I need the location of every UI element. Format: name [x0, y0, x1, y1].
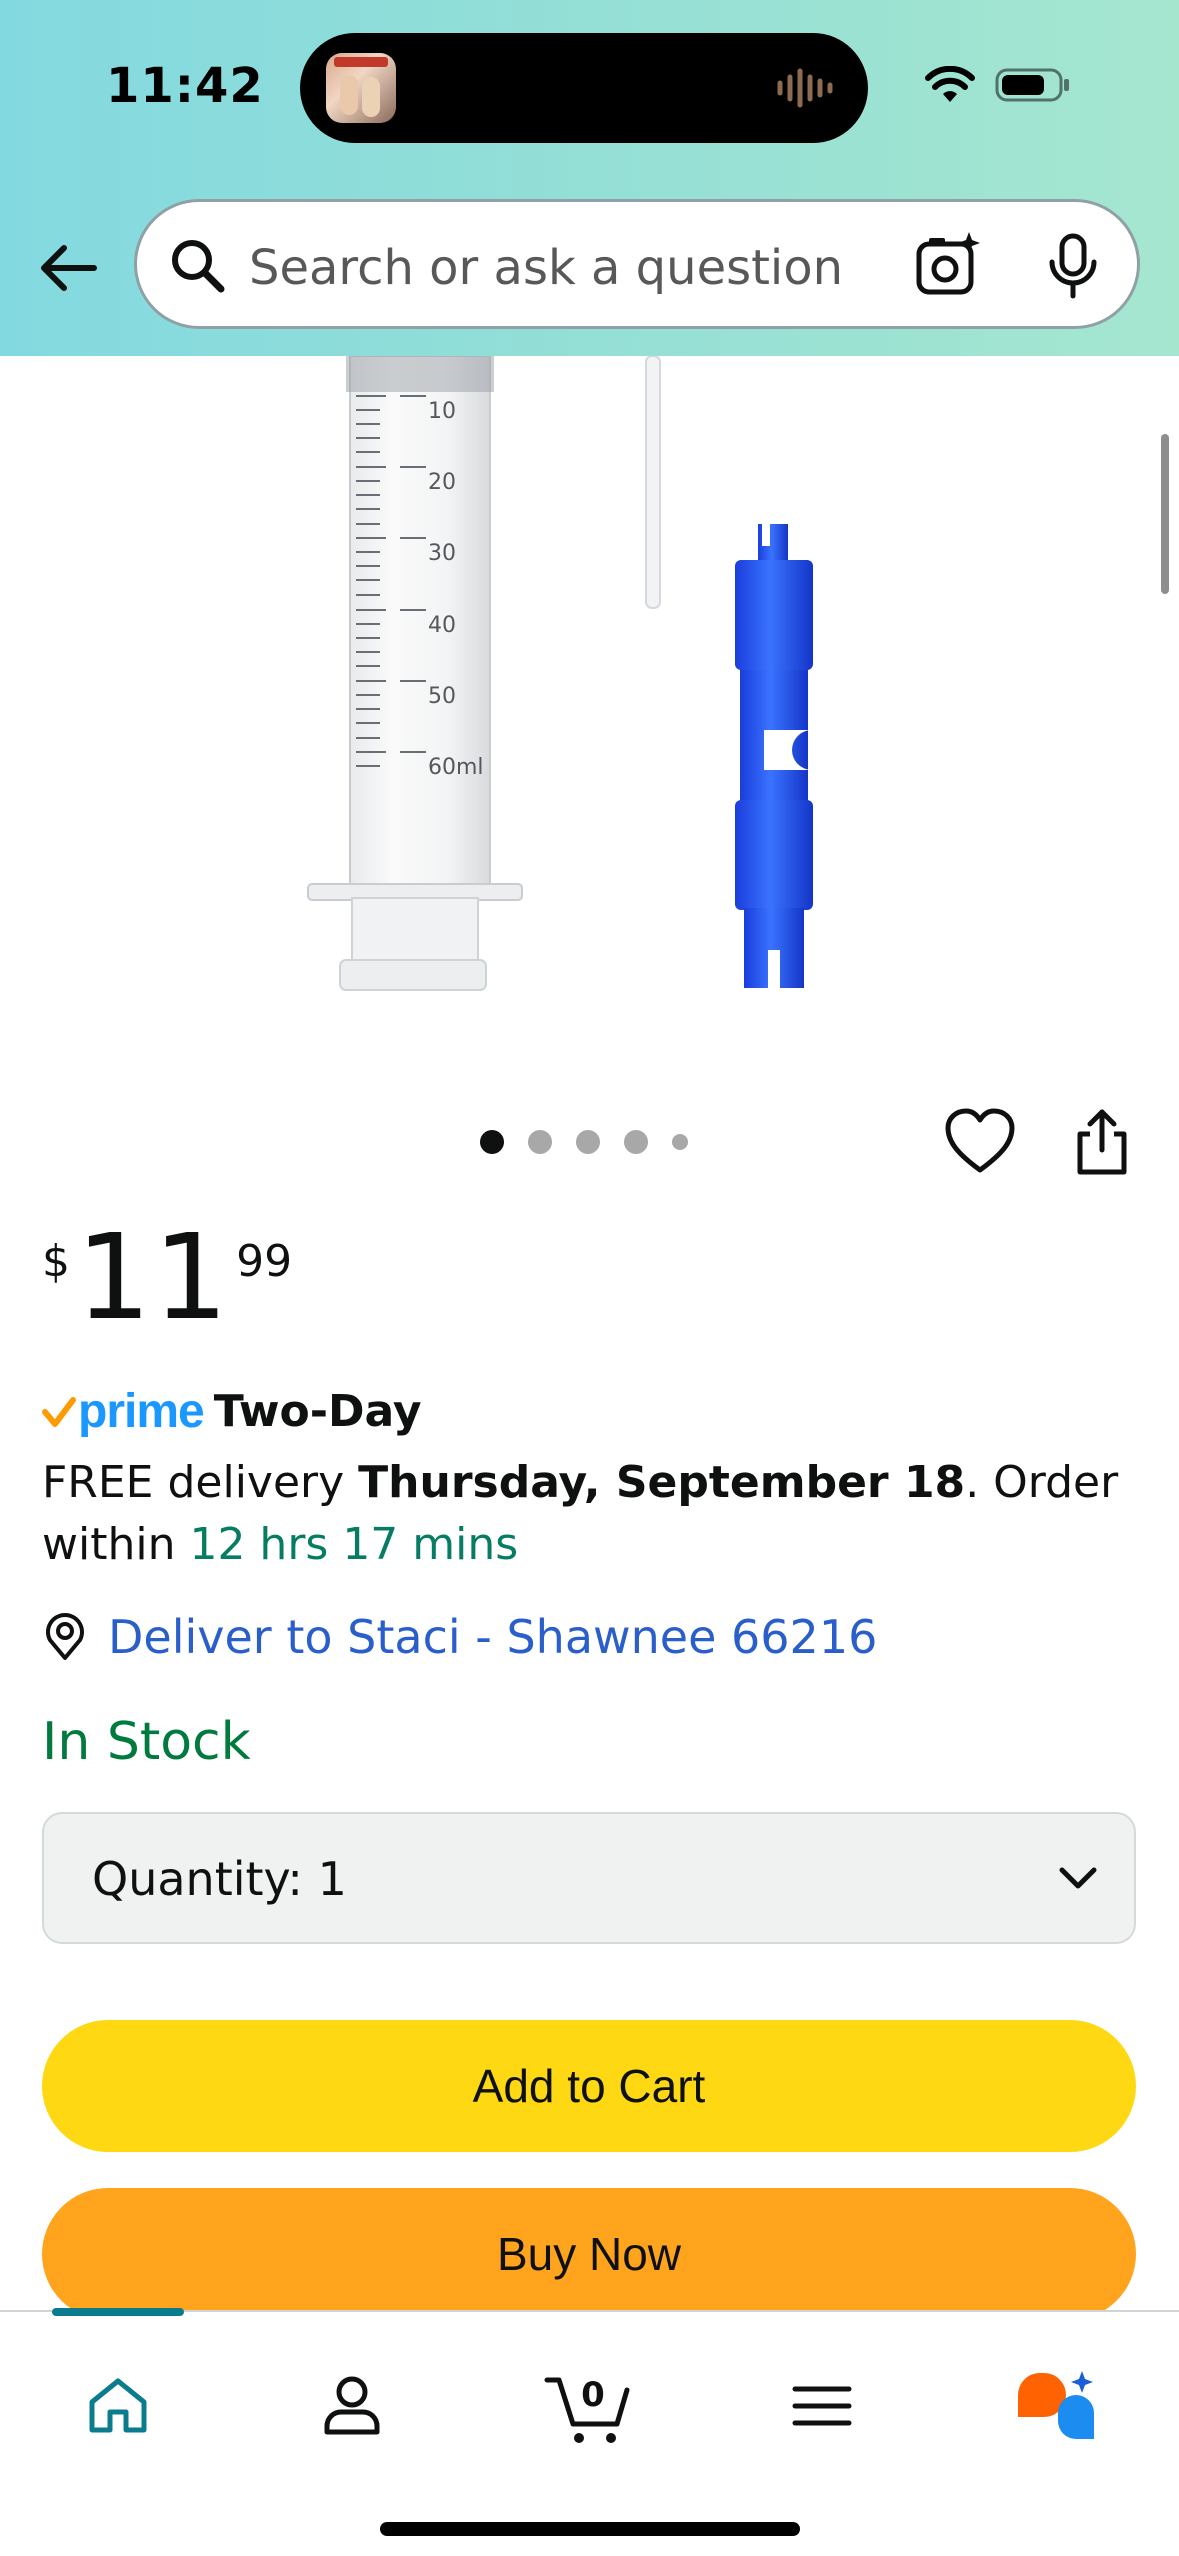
price: $ 11 99 — [42, 1218, 292, 1336]
search-input[interactable]: Search or ask a question — [249, 240, 843, 296]
delivery-prefix: FREE delivery — [42, 1457, 359, 1508]
search-icon — [172, 240, 225, 293]
graduation-label: 60ml — [428, 755, 484, 780]
price-fraction: 99 — [236, 1236, 293, 1287]
microphone-icon[interactable] — [1045, 232, 1101, 300]
graduation-label: 40 — [428, 613, 456, 638]
share-icon[interactable] — [1070, 1108, 1134, 1176]
rufus-assistant-icon — [1018, 2371, 1094, 2439]
status-icons — [925, 66, 1071, 104]
nav-menu[interactable] — [774, 2358, 870, 2454]
active-tab-indicator — [52, 2308, 184, 2316]
prime-check-icon — [42, 1396, 76, 1427]
price-currency: $ — [42, 1236, 70, 1287]
buy-now-button[interactable]: Buy Now — [42, 2188, 1136, 2320]
deliver-to-address[interactable]: Deliver to Staci - Shawnee 66216 — [108, 1610, 877, 1664]
account-icon — [324, 2376, 380, 2435]
home-indicator[interactable] — [380, 2522, 800, 2536]
graduation-label: 30 — [428, 541, 456, 566]
order-countdown: 12 hrs 17 mins — [189, 1519, 519, 1570]
bottom-navigation: 0 — [0, 2308, 1179, 2556]
nav-home[interactable] — [70, 2358, 166, 2454]
back-arrow-icon — [41, 245, 97, 291]
price-whole: 11 — [76, 1208, 231, 1346]
header: 11:42 Search or ask a question — [0, 0, 1179, 356]
heart-icon[interactable] — [944, 1108, 1016, 1176]
delivery-date: Thursday, September 18 — [358, 1457, 966, 1508]
cart-count: 0 — [581, 2375, 605, 2415]
nav-rufus[interactable] — [1008, 2358, 1104, 2454]
carousel-dot[interactable] — [672, 1134, 688, 1150]
valve-core-tool — [735, 524, 813, 988]
deliver-to-link[interactable]: Deliver to Staci - Shawnee 66216 — [42, 1610, 877, 1664]
carousel-dot[interactable] — [480, 1130, 504, 1154]
delivery-message: FREE delivery Thursday, September 18. Or… — [42, 1452, 1142, 1576]
dynamic-island[interactable] — [300, 33, 868, 143]
back-button[interactable] — [32, 232, 104, 304]
scroll-indicator[interactable] — [1161, 434, 1169, 594]
quantity-label-text: Quantity: — [92, 1852, 303, 1906]
quantity-value: 1 — [317, 1852, 347, 1906]
quantity-dropdown[interactable]: Quantity: 1 — [42, 1812, 1136, 1944]
chevron-down-icon — [1059, 1867, 1097, 1889]
nav-cart[interactable]: 0 — [540, 2358, 636, 2454]
battery-icon — [995, 68, 1069, 102]
cart-icon: 0 — [544, 2375, 630, 2443]
camera-lens-icon[interactable] — [913, 230, 983, 300]
prime-logo: prime — [78, 1385, 205, 1438]
carousel-dot[interactable] — [624, 1130, 648, 1154]
product-image[interactable]: 10 20 30 40 50 60ml — [0, 356, 1179, 1056]
menu-icon — [792, 2386, 852, 2426]
image-carousel-dots[interactable] — [480, 1130, 688, 1154]
prime-speed: Two-Day — [213, 1386, 422, 1437]
graduation-label: 50 — [428, 684, 456, 709]
wifi-icon — [925, 66, 975, 102]
status-time: 11:42 — [106, 58, 264, 114]
plunger-seal — [346, 356, 494, 392]
now-playing-artwork — [326, 53, 396, 123]
nav-account[interactable] — [304, 2358, 400, 2454]
carousel-dot[interactable] — [576, 1130, 600, 1154]
graduation-label: 10 — [428, 399, 456, 424]
carousel-dot[interactable] — [528, 1130, 552, 1154]
prime-badge: prime Two-Day — [42, 1384, 422, 1439]
stock-status: In Stock — [42, 1712, 251, 1772]
home-icon — [89, 2378, 147, 2433]
graduation-label: 20 — [428, 470, 456, 495]
location-pin-icon — [46, 1613, 84, 1660]
audio-waveform-icon — [777, 68, 833, 108]
product-photo: 10 20 30 40 50 60ml — [307, 356, 813, 991]
search-bar[interactable]: Search or ask a question — [134, 199, 1140, 329]
quantity-label: Quantity: 1 — [92, 1852, 347, 1906]
add-to-cart-button[interactable]: Add to Cart — [42, 2020, 1136, 2152]
